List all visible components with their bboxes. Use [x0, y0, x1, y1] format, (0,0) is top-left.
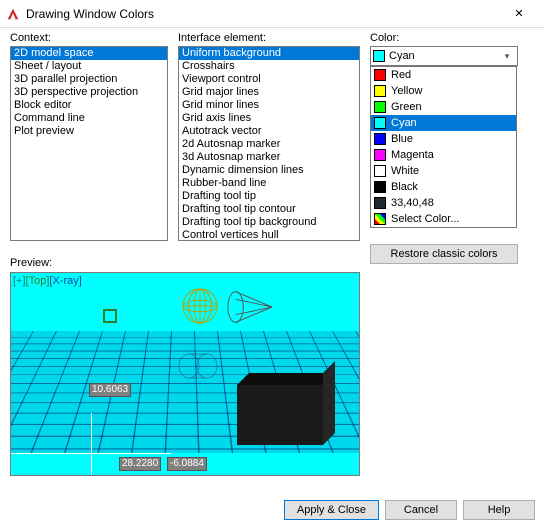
interface-item[interactable]: Uniform background	[179, 47, 359, 60]
interface-item[interactable]: 3d Autosnap marker	[179, 151, 359, 164]
color-swatch-icon	[374, 133, 386, 145]
app-logo-icon	[6, 7, 20, 21]
interface-label: Interface element:	[178, 32, 360, 44]
color-dropdown-list[interactable]: Red Yellow Green Cyan Blue Magenta White Black 3…	[370, 66, 517, 228]
color-option[interactable]: White	[371, 163, 516, 179]
interface-item[interactable]: Crosshairs	[179, 60, 359, 73]
color-option-label: Magenta	[391, 148, 434, 162]
color-combobox[interactable]: Cyan ▾	[370, 46, 518, 66]
preview-wire-object-icon	[177, 351, 221, 381]
interface-element-listbox[interactable]: Uniform backgroundCrosshairsViewport con…	[178, 46, 360, 241]
color-option[interactable]: Black	[371, 179, 516, 195]
context-item[interactable]: Plot preview	[11, 125, 167, 138]
color-option[interactable]: Select Color...	[371, 211, 516, 227]
color-swatch-icon	[374, 85, 386, 97]
color-option-label: Blue	[391, 132, 413, 146]
color-option-label: Green	[391, 100, 422, 114]
preview-viewport: [+][Top][X-ray] 10.6063 28.2280 -6.0884	[10, 272, 360, 476]
context-item[interactable]: Sheet / layout	[11, 60, 167, 73]
color-swatch-icon	[374, 149, 386, 161]
autosnap-marker-icon	[103, 309, 117, 323]
window-close-button[interactable]: ✕	[499, 0, 539, 28]
tooltip-coord-1: 10.6063	[89, 383, 131, 397]
color-swatch-icon	[374, 101, 386, 113]
interface-item[interactable]: Drafting tool tip contour	[179, 203, 359, 216]
context-item[interactable]: Block editor	[11, 99, 167, 112]
context-listbox[interactable]: 2D model spaceSheet / layout3D parallel …	[10, 46, 168, 241]
color-option[interactable]: Cyan	[371, 115, 516, 131]
color-option-label: Black	[391, 180, 418, 194]
color-option[interactable]: Yellow	[371, 83, 516, 99]
color-option-label: Select Color...	[391, 212, 459, 226]
interface-item[interactable]: Grid axis lines	[179, 112, 359, 125]
context-item[interactable]: 3D perspective projection	[11, 86, 167, 99]
interface-item[interactable]: Autotrack vector	[179, 125, 359, 138]
interface-item[interactable]: Viewport control	[179, 73, 359, 86]
context-item[interactable]: 2D model space	[11, 47, 167, 60]
color-option-label: White	[391, 164, 419, 178]
interface-item[interactable]: 2d Autosnap marker	[179, 138, 359, 151]
color-option-label: Cyan	[391, 116, 417, 130]
color-swatch-icon	[374, 165, 386, 177]
chevron-down-icon: ▾	[499, 51, 515, 62]
color-swatch-icon	[374, 117, 386, 129]
color-option[interactable]: Green	[371, 99, 516, 115]
context-label: Context:	[10, 32, 168, 44]
color-option-label: Red	[391, 68, 411, 82]
color-option[interactable]: Blue	[371, 131, 516, 147]
context-item[interactable]: Command line	[11, 112, 167, 125]
window-title: Drawing Window Colors	[26, 7, 499, 21]
interface-item[interactable]: Dynamic dimension lines	[179, 164, 359, 177]
help-button[interactable]: Help	[463, 500, 535, 520]
tooltip-coord-3: -6.0884	[167, 457, 207, 471]
color-swatch-icon	[374, 69, 386, 81]
cancel-button[interactable]: Cancel	[385, 500, 457, 520]
context-item[interactable]: 3D parallel projection	[11, 73, 167, 86]
color-option[interactable]: 33,40,48	[371, 195, 516, 211]
preview-sphere-icon	[181, 287, 219, 325]
interface-item[interactable]: Grid minor lines	[179, 99, 359, 112]
crosshair-v-icon	[91, 413, 92, 476]
tooltip-coord-2: 28.2280	[119, 457, 161, 471]
color-option-label: Yellow	[391, 84, 422, 98]
restore-classic-button[interactable]: Restore classic colors	[370, 244, 518, 264]
color-label: Color:	[370, 32, 518, 44]
interface-item[interactable]: Control vertices hull	[179, 229, 359, 241]
close-icon: ✕	[514, 7, 523, 20]
apply-close-button[interactable]: Apply & Close	[284, 500, 379, 520]
preview-cube-icon	[237, 385, 323, 445]
color-option[interactable]: Red	[371, 67, 516, 83]
interface-item[interactable]: Drafting tool tip	[179, 190, 359, 203]
preview-label: Preview:	[10, 257, 52, 269]
preview-cone-icon	[226, 287, 274, 327]
color-swatch-icon	[374, 197, 386, 209]
viewport-label: [+][Top][X-ray]	[13, 275, 82, 287]
color-selected-value: Cyan	[389, 50, 499, 62]
color-swatch-icon	[374, 181, 386, 193]
color-option[interactable]: Magenta	[371, 147, 516, 163]
interface-item[interactable]: Drafting tool tip background	[179, 216, 359, 229]
interface-item[interactable]: Rubber-band line	[179, 177, 359, 190]
color-swatch-icon	[374, 213, 386, 225]
color-option-label: 33,40,48	[391, 196, 434, 210]
interface-item[interactable]: Grid major lines	[179, 86, 359, 99]
color-swatch-icon	[373, 50, 385, 62]
